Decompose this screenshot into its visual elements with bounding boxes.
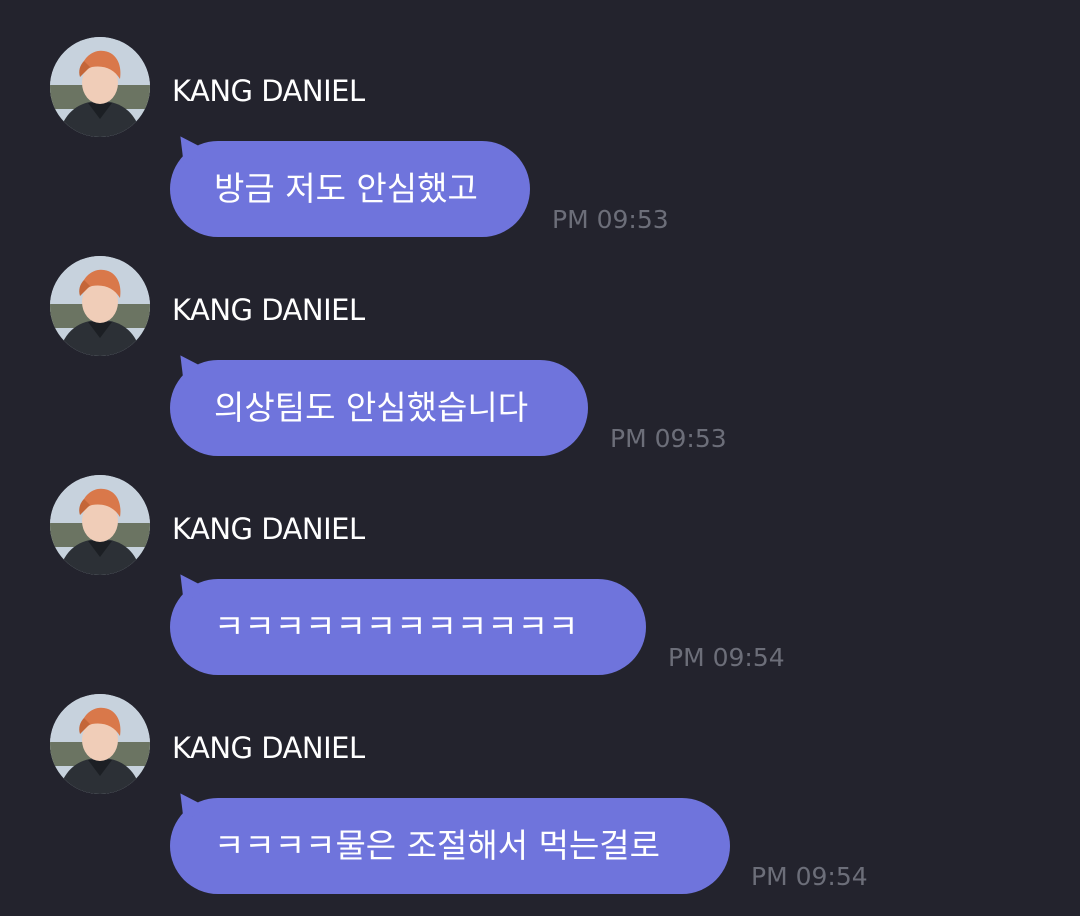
profile-photo-icon [50, 256, 150, 356]
profile-photo-icon [50, 475, 150, 575]
message-bubble[interactable]: 방금 저도 안심했고 [170, 141, 530, 237]
message-row: KANG DANIEL 방금 저도 안심했고 PM 09:53 [0, 37, 1080, 257]
message-bubble[interactable]: 의상팀도 안심했습니다 [170, 360, 588, 456]
message-text: ㅋㅋㅋㅋㅋㅋㅋㅋㅋㅋㅋㅋ [214, 607, 579, 646]
avatar[interactable] [50, 37, 150, 137]
message-row: KANG DANIEL 의상팀도 안심했습니다 PM 09:53 [0, 256, 1080, 476]
message-bubble[interactable]: ㅋㅋㅋㅋ물은 조절해서 먹는걸로 [170, 798, 730, 894]
message-time: PM 09:53 [552, 205, 669, 234]
message-text: 의상팀도 안심했습니다 [214, 388, 529, 427]
sender-name: KANG DANIEL [172, 293, 365, 327]
avatar[interactable] [50, 475, 150, 575]
message-bubble[interactable]: ㅋㅋㅋㅋㅋㅋㅋㅋㅋㅋㅋㅋ [170, 579, 646, 675]
profile-photo-icon [50, 37, 150, 137]
sender-name: KANG DANIEL [172, 731, 365, 765]
chat-thread: KANG DANIEL 방금 저도 안심했고 PM 09:53 KANG DAN… [0, 0, 1080, 916]
message-text: ㅋㅋㅋㅋ물은 조절해서 먹는걸로 [214, 826, 661, 865]
sender-name: KANG DANIEL [172, 74, 365, 108]
message-row: KANG DANIEL ㅋㅋㅋㅋㅋㅋㅋㅋㅋㅋㅋㅋ PM 09:54 [0, 475, 1080, 695]
avatar[interactable] [50, 694, 150, 794]
message-time: PM 09:54 [668, 643, 785, 672]
message-text: 방금 저도 안심했고 [214, 169, 478, 208]
message-row: KANG DANIEL ㅋㅋㅋㅋ물은 조절해서 먹는걸로 PM 09:54 [0, 694, 1080, 914]
message-time: PM 09:54 [751, 862, 868, 891]
message-time: PM 09:53 [610, 424, 727, 453]
profile-photo-icon [50, 694, 150, 794]
sender-name: KANG DANIEL [172, 512, 365, 546]
avatar[interactable] [50, 256, 150, 356]
